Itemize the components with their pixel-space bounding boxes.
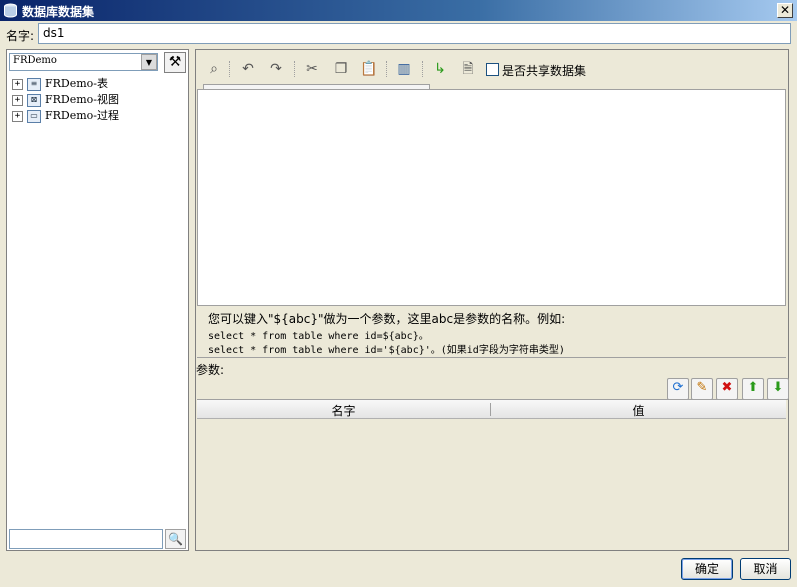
tree-item-label: FRDemo-过程 — [45, 109, 120, 122]
tree-item-tables[interactable]: + ≡ FRDemo-表 — [12, 75, 108, 91]
toolbar-separator — [386, 61, 388, 77]
redo-icon[interactable]: ↷ — [266, 59, 286, 79]
hint-example: select * from table where id='${abc}'。(如… — [208, 345, 565, 356]
chevron-down-icon[interactable]: ▼ — [141, 54, 157, 70]
toolbar-separator — [294, 61, 296, 77]
tree-item-views[interactable]: + ⊠ FRDemo-视图 — [12, 91, 119, 107]
params-label: 参数: — [196, 363, 225, 377]
document-icon[interactable]: 🗎 — [458, 59, 478, 79]
share-dataset-label: 是否共享数据集 — [502, 64, 587, 78]
title-bar — [0, 0, 797, 21]
move-up-icon[interactable]: ⬆ — [742, 378, 764, 400]
tree-item-label: FRDemo-视图 — [45, 93, 120, 106]
edit-icon[interactable]: ✎ — [691, 378, 713, 400]
cancel-button[interactable]: 取消 — [740, 558, 791, 580]
expand-icon[interactable]: + — [12, 110, 23, 122]
share-dataset-checkbox[interactable] — [486, 63, 499, 76]
column-header-value[interactable]: 值 — [491, 402, 786, 419]
window-title: 数据库数据集 — [22, 5, 95, 19]
close-button[interactable]: ✕ — [777, 3, 793, 18]
undo-icon[interactable]: ↶ — [238, 59, 258, 79]
sql-editor[interactable] — [197, 89, 786, 306]
hint-text: 您可以键入"${abc}"做为一个参数，这里abc是参数的名称。例如: — [208, 312, 566, 326]
view-icon: ⊠ — [27, 93, 41, 107]
ok-button[interactable]: 确定 — [681, 558, 733, 580]
expand-icon[interactable]: + — [12, 78, 23, 90]
expand-icon[interactable]: + — [12, 94, 23, 106]
connection-settings-button[interactable]: ⚒ — [164, 52, 186, 73]
tree-item-label: FRDemo-表 — [45, 77, 109, 90]
hint-example: select * from table where id=${abc}。 — [208, 331, 429, 342]
insert-icon[interactable]: ↳ — [430, 59, 450, 79]
tree-search-input[interactable] — [9, 529, 163, 549]
toolbar-separator — [422, 61, 424, 77]
preview-icon[interactable]: ⌕ — [204, 59, 224, 79]
connection-tree-panel — [6, 49, 189, 551]
params-table[interactable] — [197, 399, 786, 549]
divider — [197, 357, 786, 358]
cut-icon[interactable]: ✂ — [302, 59, 322, 79]
tree-item-procedures[interactable]: + ▭ FRDemo-过程 — [12, 107, 119, 123]
toolbar-separator — [229, 61, 231, 77]
table-icon: ≡ — [27, 77, 41, 91]
procedure-icon: ▭ — [27, 109, 41, 123]
move-down-icon[interactable]: ⬇ — [767, 378, 789, 400]
copy-icon[interactable]: ❐ — [331, 59, 351, 79]
paste-icon[interactable]: 📋 — [359, 59, 379, 79]
name-input[interactable]: ds1 — [38, 23, 791, 44]
search-icon[interactable]: 🔍 — [165, 529, 186, 549]
name-label: 名字: — [6, 29, 35, 43]
delete-icon[interactable]: ✖ — [716, 378, 738, 400]
refresh-icon[interactable]: ⟳ — [667, 378, 689, 400]
columns-icon[interactable]: ▥ — [394, 59, 414, 79]
column-header-name[interactable]: 名字 — [197, 402, 490, 419]
connection-select[interactable]: FRDemo — [9, 53, 158, 71]
params-table-header: 名字 值 — [197, 400, 786, 419]
database-icon — [4, 3, 17, 18]
